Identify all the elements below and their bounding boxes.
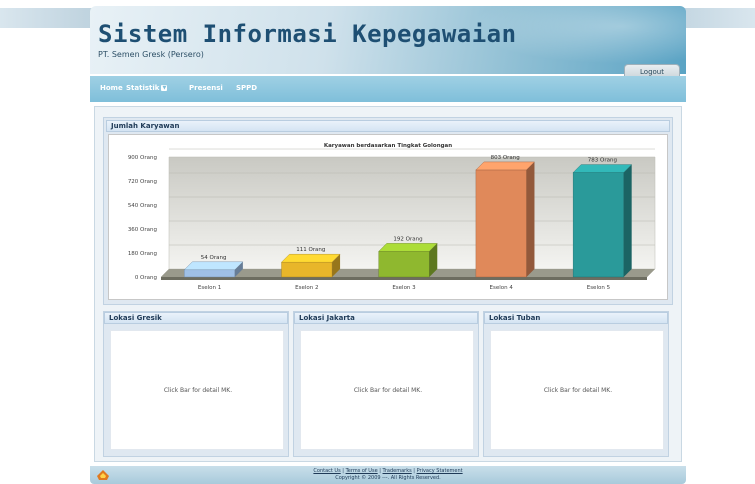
bar-value-label: 803 Orang [491, 155, 520, 161]
bar-value-label: 192 Orang [393, 236, 422, 242]
app-title: Sistem Informasi Kepegawaian [98, 20, 517, 48]
plot-base [161, 277, 647, 280]
bar [281, 261, 333, 278]
chart-title: Karyawan berdasarkan Tingkat Golongan [324, 143, 452, 149]
y-tick-label: 360 Orang [128, 227, 157, 233]
y-tick-label: 180 Orang [128, 251, 157, 257]
y-tick-label: 720 Orang [128, 179, 157, 185]
location-heading-gresik: Lokasi Gresik [104, 312, 288, 324]
main-nav: Home Statistik ▼ Presensi SPPD [90, 76, 686, 102]
nav-sppd[interactable]: SPPD [236, 84, 257, 92]
chart-panel: Jumlah Karyawan Karyawan berdasarkan Tin… [103, 117, 673, 305]
bar [475, 169, 527, 278]
bar-top [378, 243, 438, 252]
x-tick-label: Eselon 3 [392, 285, 416, 291]
y-tick-label: 900 Orang [128, 155, 157, 161]
copyright-text: Copyright © 2009 ---. All Rights Reserve… [335, 475, 441, 481]
bar-top [572, 164, 633, 173]
footer-link-trademarks[interactable]: Trademarks [383, 468, 412, 474]
bar-top [475, 161, 535, 171]
bar [572, 172, 624, 278]
bar-top [281, 253, 341, 263]
bar-chart: Karyawan berdasarkan Tingkat Golongan 0 O… [128, 143, 656, 291]
x-tick-label: Eselon 2 [295, 285, 318, 291]
bar-value-label: 54 Orang [201, 255, 227, 261]
chevron-down-icon: ▼ [161, 85, 168, 91]
location-heading-jakarta: Lokasi Jakarta [294, 312, 478, 324]
footer-links: Contact Us | Terms of Use | Trademarks |… [313, 468, 463, 474]
y-tick-label: 540 Orang [128, 203, 157, 209]
location-panel-jakarta: Lokasi Jakarta Click Bar for detail MK. [293, 311, 479, 457]
bar-side [526, 161, 535, 277]
footer: Contact Us | Terms of Use | Trademarks |… [90, 466, 686, 484]
y-tick-label: 0 Orang [135, 275, 157, 281]
nav-presensi[interactable]: Presensi [189, 84, 223, 92]
location-message-jakarta: Click Bar for detail MK. [353, 387, 423, 394]
location-chart-area-jakarta: Click Bar for detail MK. [300, 330, 474, 450]
company-name: PT. Semen Gresk (Persero) [98, 50, 204, 59]
footer-link-contact[interactable]: Contact Us [313, 468, 340, 474]
location-message-tuban: Click Bar for detail MK. [543, 387, 613, 394]
nav-statistik[interactable]: Statistik ▼ [126, 84, 168, 92]
bar-side [623, 164, 632, 277]
bar-value-label: 783 Orang [588, 158, 617, 164]
footer-link-privacy[interactable]: Privacy Statement [417, 468, 463, 474]
chart-panel-heading: Jumlah Karyawan [106, 120, 670, 132]
bar [184, 269, 236, 278]
app-header: Sistem Informasi Kepegawaian PT. Semen G… [90, 6, 686, 74]
bar-top [183, 261, 244, 271]
x-tick-label: Eselon 1 [198, 285, 221, 291]
footer-link-terms[interactable]: Terms of Use [346, 468, 378, 474]
bar [378, 251, 430, 278]
location-chart-area-tuban: Click Bar for detail MK. [490, 330, 664, 450]
x-tick-label: Eselon 5 [587, 285, 611, 291]
main-content: Jumlah Karyawan Karyawan berdasarkan Tin… [94, 106, 682, 462]
location-message-gresik: Click Bar for detail MK. [163, 387, 233, 394]
location-panel-gresik: Lokasi Gresik Click Bar for detail MK. [103, 311, 289, 457]
location-heading-tuban: Lokasi Tuban [484, 312, 668, 324]
location-chart-area-gresik: Click Bar for detail MK. [110, 330, 284, 450]
x-tick-label: Eselon 4 [490, 285, 514, 291]
location-panel-tuban: Lokasi Tuban Click Bar for detail MK. [483, 311, 669, 457]
nav-statistik-label: Statistik [126, 84, 160, 92]
nav-home[interactable]: Home [100, 84, 123, 92]
chart-box: Karyawan berdasarkan Tingkat Golongan 0 O… [108, 134, 668, 300]
bar-value-label: 111 Orang [296, 247, 325, 253]
page-container: Sistem Informasi Kepegawaian PT. Semen G… [90, 6, 686, 484]
